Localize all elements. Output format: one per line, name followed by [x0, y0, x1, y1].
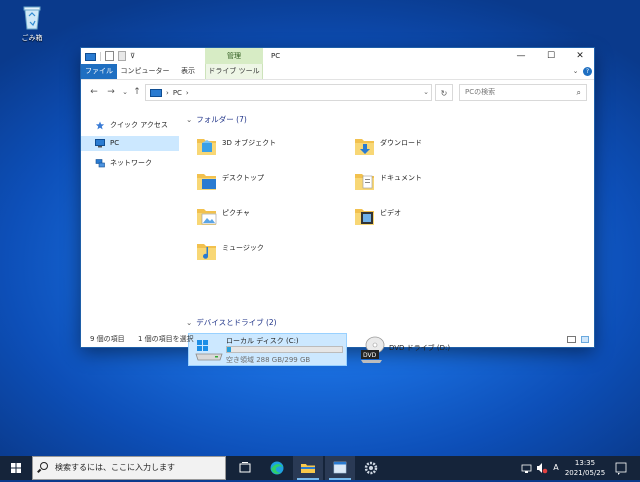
folder-item[interactable]: ミュージック [196, 237, 346, 267]
nav-item-quick-access[interactable]: クイック アクセス [81, 118, 179, 133]
pictures-icon [197, 209, 217, 225]
edge-icon[interactable] [262, 456, 292, 480]
network-status-icon[interactable] [520, 456, 534, 480]
folder-label: ダウンロード [380, 139, 422, 147]
navigation-pane: クイック アクセス PC ネットワーク [81, 108, 180, 328]
close-button[interactable]: ✕ [566, 48, 594, 64]
new-folder-icon[interactable] [118, 51, 126, 61]
status-bar: 9 個の項目 1 個の項目を選択 [81, 332, 594, 347]
desktop-folder-icon [197, 174, 216, 190]
taskbar-search-placeholder: 検索するには、ここに入力します [55, 463, 175, 472]
context-tab-title: 管理 [205, 48, 263, 64]
search-icon [40, 462, 48, 470]
svg-text:DVD: DVD [363, 352, 377, 359]
drives-group-header[interactable]: ⌄ デバイスとドライブ (2) [186, 317, 277, 328]
pc-icon [85, 52, 96, 61]
3d-objects-icon [197, 139, 216, 155]
notification-icon[interactable] [614, 456, 628, 480]
taskbar: 検索するには、ここに入力します A 13:35 2021/05/25 [0, 456, 640, 480]
forward-button[interactable]: → [105, 86, 117, 98]
tab-file[interactable]: ファイル [81, 64, 117, 79]
search-icon: ⌕ [576, 88, 581, 97]
address-dropdown-icon[interactable]: ⌄ [423, 85, 429, 100]
navigation-bar: ← → ⌄ ↑ › PC › ⌄ ↻ PCの検索 ⌕ [81, 80, 594, 104]
recycle-bin-label: ごみ箱 [21, 34, 43, 42]
quick-access-toolbar: ⊽ [85, 51, 135, 61]
status-item-count: 9 個の項目 [90, 335, 125, 343]
ime-indicator[interactable]: A [552, 456, 560, 480]
details-view-button[interactable] [567, 336, 576, 343]
downloads-icon [355, 139, 374, 155]
videos-icon [355, 209, 374, 225]
tab-computer[interactable]: コンピューター [119, 64, 171, 79]
start-button[interactable] [0, 456, 32, 480]
music-icon [197, 244, 216, 260]
back-button[interactable]: ← [88, 86, 100, 98]
folder-label: ピクチャ [222, 209, 250, 217]
network-icon [95, 159, 105, 168]
folder-item[interactable]: ビデオ [354, 202, 504, 232]
collapse-icon: ⌄ [186, 318, 193, 327]
folder-item[interactable]: ドキュメント [354, 167, 504, 197]
folder-label: ミュージック [222, 244, 264, 252]
folders-group-header[interactable]: ⌄ フォルダー (7) [186, 114, 247, 125]
search-box[interactable]: PCの検索 ⌕ [459, 84, 587, 101]
file-explorer-icon [301, 464, 315, 473]
folder-label: デスクトップ [222, 174, 264, 182]
customize-toolbar-icon[interactable]: ⊽ [130, 52, 135, 61]
settings-icon[interactable] [356, 456, 386, 480]
pc-icon [95, 139, 105, 148]
nav-item-network[interactable]: ネットワーク [81, 156, 179, 171]
tab-drive-tools[interactable]: ドライブ ツール [205, 64, 263, 79]
drive-c-free-space: 空き領域 288 GB/299 GB [226, 356, 311, 364]
breadcrumb-pc[interactable]: PC [173, 89, 182, 97]
folder-item[interactable]: 3D オブジェクト [196, 132, 346, 162]
content-area: ⌄ フォルダー (7) 3D オブジェクト ダウンロードデスクトップ ドキュメントピク… [182, 108, 592, 366]
address-bar[interactable]: › PC › ⌄ [145, 84, 432, 101]
maximize-button[interactable]: ☐ [537, 48, 565, 64]
folder-item[interactable]: ピクチャ [196, 202, 346, 232]
refresh-button[interactable]: ↻ [435, 84, 453, 101]
taskbar-search-box[interactable]: 検索するには、ここに入力します [32, 456, 226, 480]
star-icon [95, 121, 105, 130]
control-panel-taskbar-button[interactable] [325, 456, 355, 480]
tab-view[interactable]: 表示 [173, 64, 203, 79]
help-icon[interactable]: ? [583, 67, 592, 76]
recycle-bin-shortcut[interactable]: ごみ箱 [14, 4, 50, 43]
pc-icon [150, 88, 162, 97]
breadcrumb-sep: › [166, 88, 169, 97]
properties-icon[interactable] [105, 51, 114, 61]
window-app-icon [333, 461, 347, 474]
breadcrumb-chevron[interactable]: › [186, 89, 189, 97]
drive-c-usage-fill [227, 347, 232, 352]
search-placeholder: PCの検索 [465, 88, 496, 96]
title-bar[interactable]: ⊽ 管理 PC — ☐ ✕ [81, 48, 594, 64]
folder-label: ドキュメント [380, 174, 422, 182]
up-button[interactable]: ↑ [131, 86, 143, 98]
expand-ribbon-icon[interactable]: ⌄ [571, 67, 580, 76]
window-title: PC [271, 52, 281, 60]
taskbar-clock[interactable]: 13:35 2021/05/25 [563, 458, 607, 478]
drive-c-usage-bar [226, 346, 343, 353]
folder-label: ビデオ [380, 209, 401, 217]
ribbon-tabs: ファイル コンピューター 表示 ドライブ ツール ⌄ ? [81, 64, 594, 80]
collapse-icon: ⌄ [186, 115, 193, 124]
clock-time: 13:35 [574, 459, 596, 467]
recycle-bin-icon [23, 6, 41, 30]
explorer-window: ⊽ 管理 PC — ☐ ✕ ファイル コンピューター 表示 ドライブ ツール ⌄… [81, 48, 594, 366]
large-icons-view-button[interactable] [581, 336, 589, 343]
volume-muted-icon[interactable] [536, 456, 548, 480]
minimize-button[interactable]: — [507, 48, 535, 64]
folder-label: 3D オブジェクト [222, 139, 277, 147]
folder-item[interactable]: デスクトップ [196, 167, 346, 197]
status-selection: 1 個の項目を選択 [138, 335, 194, 343]
task-view-icon[interactable] [230, 456, 260, 480]
documents-icon [355, 174, 374, 190]
clock-date: 2021/05/25 [564, 469, 606, 477]
file-explorer-taskbar-button[interactable] [293, 456, 323, 480]
nav-item-pc[interactable]: PC [81, 136, 179, 151]
folder-item[interactable]: ダウンロード [354, 132, 504, 162]
recent-locations-button[interactable]: ⌄ [119, 86, 131, 98]
